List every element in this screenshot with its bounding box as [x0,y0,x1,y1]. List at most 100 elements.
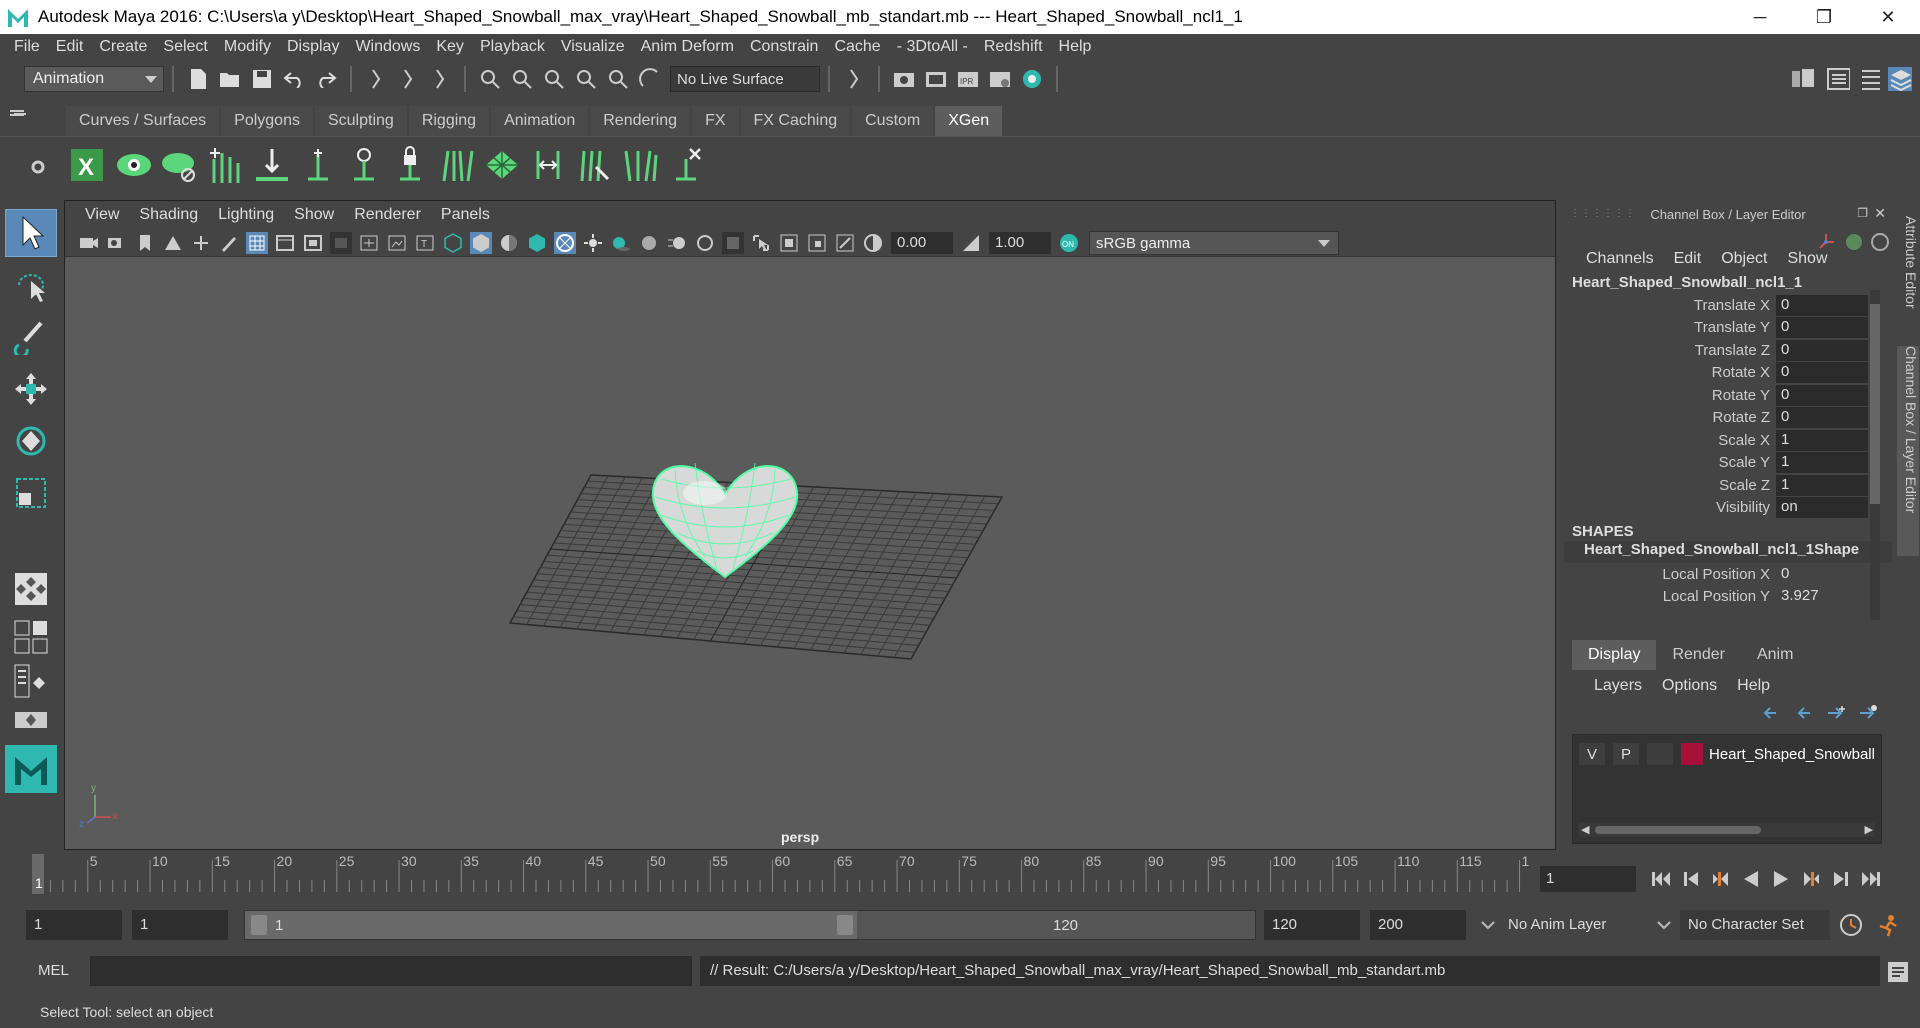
tab-attribute-editor[interactable]: Attribute Editor [1897,216,1919,309]
shadows-icon[interactable] [610,232,632,254]
go-to-end-icon[interactable] [1856,866,1886,892]
safe-action-icon[interactable] [386,232,408,254]
heart-snowball-mesh[interactable] [651,462,799,579]
range-start-handle[interactable] [251,915,267,935]
viewport-menu-show[interactable]: Show [284,206,344,224]
layer-menu-options[interactable]: Options [1652,677,1727,695]
xgen-lock-guide-icon[interactable] [390,143,428,187]
xgen-length-icon[interactable] [528,143,566,187]
shape-node-name[interactable]: Heart_Shaped_Snowball_ncl1_1Shape [1564,541,1892,563]
translate-y-field[interactable]: 0 [1776,317,1868,339]
menu-modify[interactable]: Modify [216,38,279,56]
open-scene-icon[interactable] [218,67,242,91]
resolution-gate-icon[interactable] [302,232,324,254]
select-tool-icon[interactable] [5,209,57,257]
xray-icon[interactable] [554,231,576,254]
track-icon[interactable] [834,232,856,254]
attribute-row[interactable]: Visibility on [1564,497,1892,520]
render-frame-icon[interactable] [924,67,948,91]
snap-point-icon[interactable] [542,67,566,91]
xgen-guides-to-curves-icon[interactable] [436,143,474,187]
wireframe-icon[interactable] [442,232,464,254]
default-material-icon[interactable] [498,232,520,254]
xgen-window-icon[interactable]: X [68,143,106,187]
rotate-x-field[interactable]: 0 [1776,362,1868,384]
scale-y-field[interactable]: 1 [1776,452,1868,474]
tab-polygons[interactable]: Polygons [221,106,313,136]
xgen-delete-guide-icon[interactable] [666,143,704,187]
channel-box-menu-edit[interactable]: Edit [1664,250,1712,268]
command-input[interactable] [90,956,692,986]
attribute-editor-toggle-icon[interactable] [1826,67,1850,91]
layer-tab-render[interactable]: Render [1656,640,1740,670]
menu-select[interactable]: Select [155,38,215,56]
screen-space-ao-icon[interactable] [638,232,660,254]
select-hierarchy-icon[interactable] [364,67,388,91]
depth-of-field-icon[interactable] [722,231,744,254]
scrollbar-thumb[interactable] [1595,826,1761,834]
frame-all-icon[interactable] [778,232,800,254]
xgen-grid-icon[interactable] [482,143,520,187]
menu-visualize[interactable]: Visualize [553,38,633,56]
gamma-icon[interactable] [960,232,982,254]
menu-set-dropdown[interactable]: Animation [24,66,164,92]
float-panel-icon[interactable]: ❐ [1857,206,1868,220]
step-back-key-icon[interactable] [1706,866,1736,892]
outliner-layout-icon[interactable] [5,661,57,701]
layer-tab-anim[interactable]: Anim [1741,640,1809,670]
scene-start-field[interactable]: 1 [26,910,122,940]
menu-help[interactable]: Help [1051,38,1100,56]
attribute-row[interactable]: Local Position X 0 [1564,563,1892,586]
tool-settings-toggle-icon[interactable] [1858,67,1882,91]
layer-display-type-toggle[interactable] [1647,743,1673,765]
layer-hscrollbar[interactable]: ◀ ▶ [1579,823,1875,837]
twod-pan-zoom-icon[interactable] [190,232,212,254]
menu-edit[interactable]: Edit [48,38,92,56]
visibility-field[interactable]: on [1776,497,1868,519]
input-output-icon[interactable] [842,67,866,91]
channel-box-menu-channels[interactable]: Channels [1576,250,1664,268]
menu-redshift[interactable]: Redshift [976,38,1051,56]
camera-select-icon[interactable] [78,232,100,254]
gamma-field[interactable]: 1.00 [989,231,1051,254]
xgen-add-guide-icon[interactable] [206,143,244,187]
play-forwards-icon[interactable] [1766,866,1796,892]
viewport-menu-view[interactable]: View [75,206,129,224]
menu-cache[interactable]: Cache [826,38,888,56]
menu-constrain[interactable]: Constrain [742,38,826,56]
ipr-render-icon[interactable]: IPR [956,67,980,91]
xgen-clear-preview-icon[interactable] [160,143,198,187]
local-position-x-field[interactable]: 0 [1776,564,1868,585]
gate-mask-icon[interactable] [330,231,352,254]
snap-curve-icon[interactable] [510,67,534,91]
tab-sculpting[interactable]: Sculpting [314,106,407,136]
xgen-preview-icon[interactable] [114,143,152,187]
shelf-menu-icon[interactable] [0,100,36,136]
four-pane-layout-icon[interactable] [5,617,57,657]
make-live-icon[interactable] [638,67,662,91]
new-layer-icon[interactable] [1820,704,1852,730]
tab-animation[interactable]: Animation [491,106,589,136]
play-backwards-icon[interactable] [1736,866,1766,892]
single-pane-layout-icon[interactable] [5,565,57,613]
current-frame-field[interactable]: 1 [1540,866,1636,892]
menu-key[interactable]: Key [428,38,472,56]
maya-home-icon[interactable] [5,745,57,793]
minimize-button[interactable]: ─ [1728,0,1792,34]
bookmark-icon[interactable] [134,232,156,254]
attribute-row[interactable]: Translate Z 0 [1564,339,1892,362]
new-layer-selected-icon[interactable] [1852,704,1884,730]
undo-icon[interactable] [282,67,306,91]
anim-layer-field[interactable]: No Anim Layer [1500,910,1660,940]
local-position-y-field[interactable]: 3.927 [1776,586,1868,607]
render-settings-icon[interactable] [892,67,916,91]
rotate-tool-icon[interactable] [5,417,57,465]
menu-anim-deform[interactable]: Anim Deform [633,38,742,56]
rotate-z-field[interactable]: 0 [1776,407,1868,429]
attribute-row[interactable]: Scale Y 1 [1564,452,1892,475]
frame-selected-icon[interactable] [806,232,828,254]
live-surface-field[interactable]: No Live Surface [670,66,820,92]
motion-blur-icon[interactable] [666,232,688,254]
sidebar-toggle-icon[interactable] [1790,67,1814,91]
safe-title-icon[interactable]: T [414,232,436,254]
